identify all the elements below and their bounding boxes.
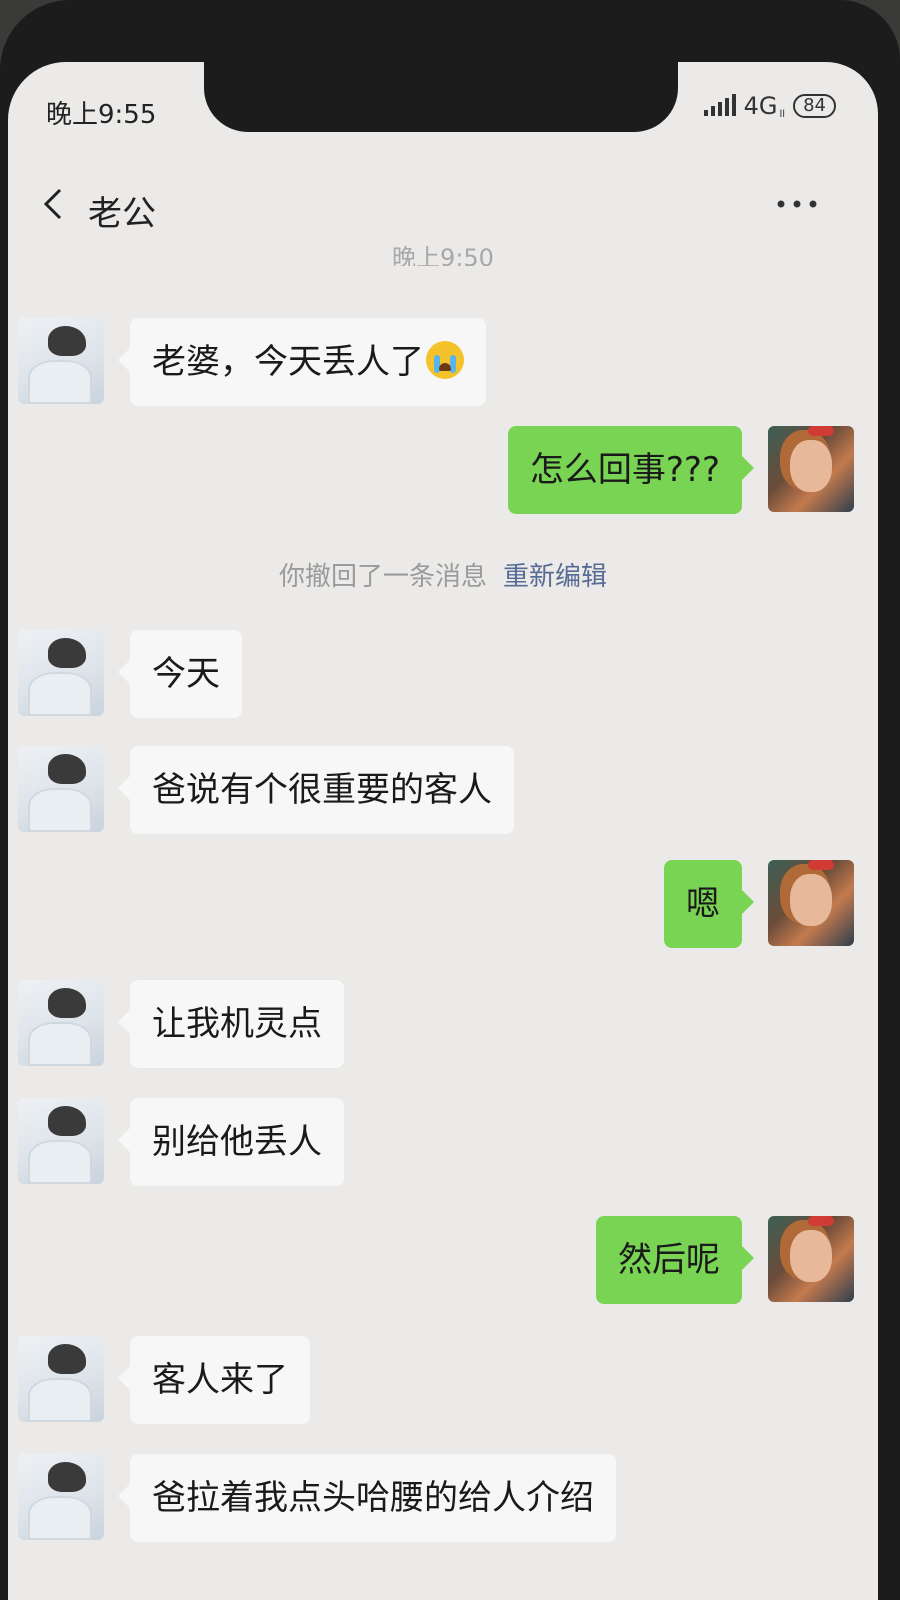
phone-frame: 晚上9:55 4G ll 84 老公 晚上9:50 老婆，今天丢人了 怎么回事?… xyxy=(0,0,900,1600)
screen-notch xyxy=(204,62,678,132)
contact-avatar[interactable] xyxy=(18,1454,104,1540)
message-text: 怎么回事??? xyxy=(529,450,720,490)
status-time: 晚上9:55 xyxy=(46,100,157,130)
message-text: 嗯 xyxy=(686,884,720,924)
recall-notice-text: 你撤回了一条消息 xyxy=(278,562,487,592)
signal-icon xyxy=(703,94,736,116)
message-bubble[interactable]: 嗯 xyxy=(664,860,754,948)
message-timestamp: 晚上9:50 xyxy=(392,244,494,266)
message-bubble[interactable]: 别给他丢人 xyxy=(118,1098,344,1186)
re-edit-link[interactable]: 重新编辑 xyxy=(503,562,607,592)
more-dots-icon[interactable] xyxy=(772,184,822,224)
contact-avatar[interactable] xyxy=(18,1336,104,1422)
message-bubble[interactable]: 爸说有个很重要的客人 xyxy=(118,746,514,834)
message-row: 别给他丢人 xyxy=(18,1098,344,1186)
my-avatar[interactable] xyxy=(768,1216,854,1302)
contact-avatar[interactable] xyxy=(18,746,104,832)
contact-avatar[interactable] xyxy=(18,980,104,1066)
message-row: 嗯 xyxy=(664,860,854,948)
message-bubble[interactable]: 怎么回事??? xyxy=(507,426,755,514)
message-row: 然后呢 xyxy=(596,1216,854,1304)
message-text: 别给他丢人 xyxy=(152,1122,322,1162)
message-row: 客人来了 xyxy=(18,1336,310,1424)
message-bubble[interactable]: 今天 xyxy=(118,630,242,718)
battery-icon: 84 xyxy=(793,94,836,118)
message-bubble[interactable]: 客人来了 xyxy=(118,1336,310,1424)
chevron-left-icon[interactable] xyxy=(36,184,76,224)
network-activity: ll xyxy=(779,109,786,120)
message-row: 爸说有个很重要的客人 xyxy=(18,746,514,834)
message-row: 怎么回事??? xyxy=(507,426,854,514)
message-text: 老婆，今天丢人了 xyxy=(152,342,424,382)
my-avatar[interactable] xyxy=(768,426,854,512)
message-row: 今天 xyxy=(18,630,242,718)
message-text: 让我机灵点 xyxy=(152,1004,322,1044)
chat-screen: 晚上9:55 4G ll 84 老公 晚上9:50 老婆，今天丢人了 怎么回事?… xyxy=(8,62,878,1600)
message-row: 爸拉着我点头哈腰的给人介绍 xyxy=(18,1454,616,1542)
message-bubble[interactable]: 让我机灵点 xyxy=(118,980,344,1068)
recall-notice: 你撤回了一条消息 重新编辑 xyxy=(8,556,878,593)
message-row: 老婆，今天丢人了 xyxy=(18,318,486,406)
message-text: 然后呢 xyxy=(618,1240,720,1280)
message-text: 客人来了 xyxy=(152,1360,288,1400)
contact-avatar[interactable] xyxy=(18,1098,104,1184)
network-type: 4G xyxy=(743,92,778,120)
my-avatar[interactable] xyxy=(768,860,854,946)
message-bubble[interactable]: 老婆，今天丢人了 xyxy=(118,318,486,406)
message-text: 今天 xyxy=(152,654,220,694)
message-text: 爸说有个很重要的客人 xyxy=(152,770,492,810)
message-bubble[interactable]: 然后呢 xyxy=(596,1216,754,1304)
chat-title: 老公 xyxy=(88,194,156,234)
contact-avatar[interactable] xyxy=(18,318,104,404)
message-text: 爸拉着我点头哈腰的给人介绍 xyxy=(152,1478,594,1518)
message-row: 让我机灵点 xyxy=(18,980,344,1068)
crying-face-icon xyxy=(426,341,464,379)
message-bubble[interactable]: 爸拉着我点头哈腰的给人介绍 xyxy=(118,1454,616,1542)
chat-header: 老公 xyxy=(8,170,878,240)
status-indicators: 4G ll 84 xyxy=(703,92,836,120)
contact-avatar[interactable] xyxy=(18,630,104,716)
